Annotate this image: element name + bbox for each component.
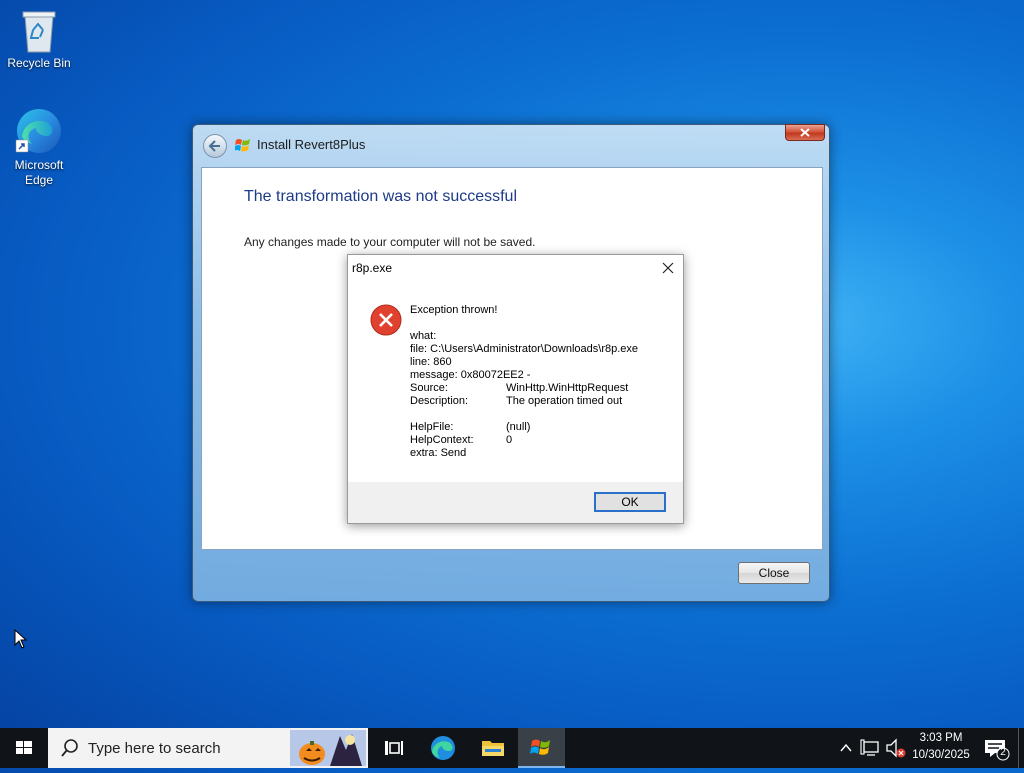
installer-heading: The transformation was not successful bbox=[244, 188, 518, 205]
desktop-icon-label: Microsoft bbox=[14, 158, 64, 172]
edge-icon bbox=[431, 736, 455, 760]
desktop-icon-edge[interactable]: Microsoft Edge bbox=[4, 106, 74, 188]
error-description-row: Description: The operation timed out bbox=[410, 395, 638, 408]
error-source-key: Source: bbox=[410, 382, 448, 394]
error-dialog-close-button[interactable] bbox=[659, 259, 677, 277]
network-button[interactable] bbox=[858, 728, 882, 768]
windows-flag-icon bbox=[530, 739, 550, 755]
installer-title: Install Revert8Plus bbox=[257, 137, 366, 152]
error-line: line: 860 bbox=[410, 356, 452, 368]
error-spacer bbox=[410, 408, 638, 421]
error-main-message: Exception thrown! bbox=[410, 304, 498, 316]
close-icon bbox=[800, 128, 810, 137]
error-helpfile-value: (null) bbox=[506, 421, 531, 433]
edge-icon bbox=[14, 106, 64, 156]
notification-count-badge: 2 bbox=[1000, 747, 1006, 758]
error-extra: extra: Send bbox=[410, 447, 467, 459]
start-button[interactable] bbox=[0, 728, 48, 768]
search-placeholder: Type here to search bbox=[88, 740, 221, 757]
error-file: file: C:\Users\Administrator\Downloads\r… bbox=[410, 343, 639, 355]
show-hidden-icons-button[interactable] bbox=[836, 728, 856, 768]
windows-flag-icon bbox=[234, 137, 251, 158]
clock[interactable]: 3:03 PM 10/30/2025 bbox=[906, 728, 976, 768]
windows-start-icon bbox=[16, 741, 32, 754]
mouse-cursor-icon bbox=[14, 628, 28, 654]
taskbar: Type here to search 3:03 PM 10/30/2025 2 bbox=[0, 728, 1024, 768]
desktop-icon-recycle-bin[interactable]: Recycle Bin bbox=[4, 8, 74, 71]
error-dialog-title: r8p.exe bbox=[352, 261, 393, 275]
error-source-row: Source: WinHttp.WinHttpRequest bbox=[410, 382, 638, 395]
task-view-button[interactable] bbox=[370, 728, 414, 768]
error-dialog: r8p.exe Exception thrown! what: file: C:… bbox=[347, 254, 684, 524]
notifications-button[interactable]: 2 bbox=[978, 728, 1014, 768]
error-details: what: file: C:\Users\Administrator\Downl… bbox=[410, 330, 638, 460]
network-icon bbox=[860, 739, 879, 756]
search-icon bbox=[61, 739, 78, 757]
error-helpcontext-row: HelpContext: 0 bbox=[410, 434, 638, 447]
error-message: message: 0x80072EE2 - bbox=[410, 369, 531, 381]
desktop-icon-label: Recycle Bin bbox=[7, 56, 71, 70]
volume-button[interactable] bbox=[884, 728, 908, 768]
installer-close-button[interactable]: Close bbox=[738, 562, 810, 584]
error-source-value: WinHttp.WinHttpRequest bbox=[506, 382, 629, 394]
installer-close-x-button[interactable] bbox=[785, 124, 825, 141]
recycle-bin-icon bbox=[19, 8, 59, 54]
error-helpcontext-key: HelpContext: bbox=[410, 434, 474, 446]
error-what: what: bbox=[410, 330, 437, 342]
installer-subtext: Any changes made to your computer will n… bbox=[244, 235, 536, 249]
task-view-icon bbox=[385, 741, 403, 755]
chevron-up-icon bbox=[840, 743, 852, 752]
installer-titlebar[interactable]: Install Revert8Plus bbox=[193, 124, 829, 165]
error-icon bbox=[370, 304, 402, 341]
desktop-icon-label-line2: Edge bbox=[24, 173, 54, 187]
volume-muted-icon bbox=[886, 738, 906, 758]
back-button[interactable] bbox=[203, 134, 227, 158]
close-icon bbox=[662, 262, 674, 274]
back-arrow-icon bbox=[208, 140, 220, 152]
show-desktop-button[interactable] bbox=[1018, 728, 1024, 768]
ok-button[interactable]: OK bbox=[594, 492, 666, 512]
taskbar-edge-button[interactable] bbox=[420, 728, 466, 768]
error-helpfile-key: HelpFile: bbox=[410, 421, 454, 433]
search-highlight-halloween-icon bbox=[290, 730, 366, 766]
error-description-value: The operation timed out bbox=[506, 395, 623, 407]
error-description-key: Description: bbox=[410, 395, 469, 407]
taskbar-search-box[interactable]: Type here to search bbox=[48, 728, 368, 768]
folder-icon bbox=[482, 741, 504, 756]
clock-time: 3:03 PM bbox=[919, 732, 963, 744]
error-dialog-footer: OK bbox=[348, 482, 683, 523]
taskbar-installer-button[interactable] bbox=[518, 728, 565, 768]
error-helpcontext-value: 0 bbox=[506, 434, 513, 446]
clock-date: 10/30/2025 bbox=[912, 749, 970, 761]
taskbar-file-explorer-button[interactable] bbox=[470, 728, 516, 768]
error-helpfile-row: HelpFile: (null) bbox=[410, 421, 638, 434]
